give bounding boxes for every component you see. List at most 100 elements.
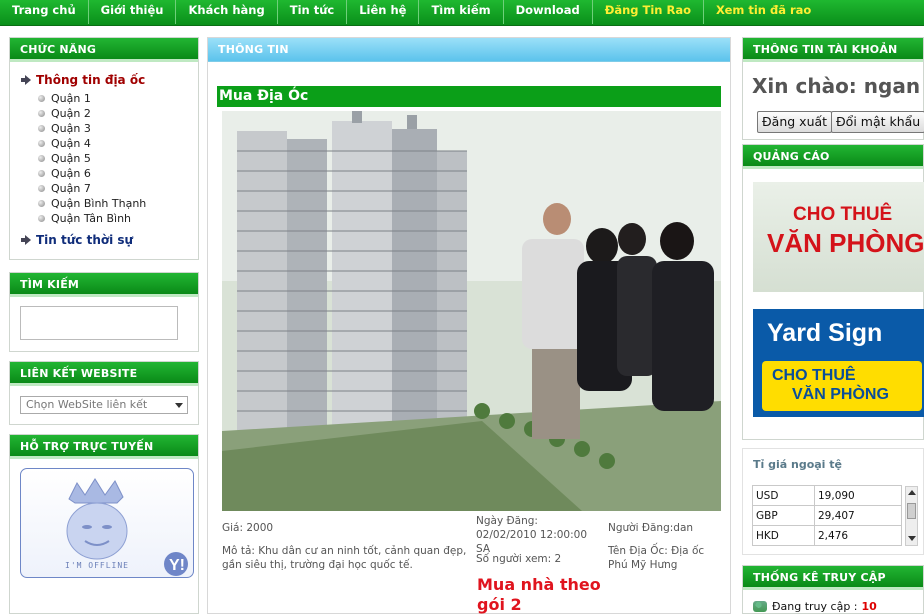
district-label: Quận 7 bbox=[51, 182, 91, 195]
district-item[interactable]: Quận 2 bbox=[38, 106, 198, 121]
promo-link[interactable]: Mua nhà theo gói 2 bbox=[477, 575, 607, 614]
district-item[interactable]: Quận Tân Bình bbox=[38, 211, 198, 226]
category-news[interactable]: Tin tức thời sự bbox=[21, 231, 198, 249]
nav-home[interactable]: Trang chủ bbox=[0, 0, 89, 24]
ad1-line1: CHO THUÊ bbox=[793, 204, 893, 225]
property-model-image bbox=[222, 111, 721, 511]
district-label: Quận 4 bbox=[51, 137, 91, 150]
bullet-icon bbox=[38, 95, 45, 102]
nav-news[interactable]: Tin tức bbox=[278, 0, 348, 24]
nav-search[interactable]: Tìm kiếm bbox=[419, 0, 504, 24]
bullet-icon bbox=[38, 110, 45, 117]
listing-title: Mua Địa Óc bbox=[217, 86, 721, 107]
currency-value: 29,407 bbox=[814, 505, 902, 526]
listing-views: Số người xem: 2 bbox=[476, 553, 562, 565]
yahoo-status-label: I'M OFFLINE bbox=[65, 561, 129, 570]
table-row: USD 19,090 bbox=[752, 485, 902, 506]
account-title: THÔNG TIN TÀI KHOẢN bbox=[743, 38, 923, 62]
property-photo bbox=[222, 111, 721, 511]
district-item[interactable]: Quận 3 bbox=[38, 121, 198, 136]
svg-text:Y!: Y! bbox=[169, 557, 185, 574]
nav-contact[interactable]: Liên hệ bbox=[347, 0, 420, 24]
exchange-rate-table: USD 19,090 GBP 29,407 HKD 2,476 bbox=[752, 485, 902, 546]
district-label: Quận 1 bbox=[51, 92, 91, 105]
district-item[interactable]: Quận 7 bbox=[38, 181, 198, 196]
arrow-right-icon bbox=[21, 75, 31, 85]
scroll-thumb[interactable] bbox=[907, 503, 916, 519]
greeting-text: Xin chào: ngan bbox=[752, 74, 921, 98]
district-item[interactable]: Quận 5 bbox=[38, 151, 198, 166]
ad1-line2: VĂN PHÒNG bbox=[767, 228, 924, 258]
scroll-down-icon[interactable] bbox=[908, 536, 916, 541]
website-link-select[interactable]: Chọn WebSite liên kết bbox=[20, 396, 188, 414]
rates-title: Tỉ giá ngoại tệ bbox=[753, 458, 843, 471]
district-label: Quận Bình Thạnh bbox=[51, 197, 147, 210]
functions-title: CHỨC NĂNG bbox=[10, 38, 198, 62]
district-label: Quận 5 bbox=[51, 152, 91, 165]
table-row: HKD 2,476 bbox=[752, 525, 902, 546]
bullet-icon bbox=[38, 185, 45, 192]
district-item[interactable]: Quận 6 bbox=[38, 166, 198, 181]
top-navigation: Trang chủ Giới thiệu Khách hàng Tin tức … bbox=[0, 0, 924, 26]
website-link-select-value: Chọn WebSite liên kết bbox=[26, 398, 148, 411]
functions-panel: CHỨC NĂNG Thông tin địa ốc Quận 1 Quận 2… bbox=[9, 37, 199, 260]
bullet-icon bbox=[38, 200, 45, 207]
change-password-button[interactable]: Đổi mật khẩu bbox=[831, 111, 924, 133]
nav-customers[interactable]: Khách hàng bbox=[176, 0, 278, 24]
support-title: HỖ TRỢ TRỰC TUYẾN bbox=[10, 435, 198, 459]
district-item[interactable]: Quận Bình Thạnh bbox=[38, 196, 198, 211]
district-label: Quận Tân Bình bbox=[51, 212, 132, 225]
search-title: TÌM KIẾM bbox=[10, 273, 198, 297]
table-row: GBP 29,407 bbox=[752, 505, 902, 526]
ad-yard-sign[interactable]: Yard Sign CHO THUÊ VĂN PHÒNG bbox=[753, 309, 924, 417]
listing-price: Giá: 2000 bbox=[222, 522, 274, 534]
ad2-line2: VĂN PHÒNG bbox=[792, 386, 889, 403]
online-count: 10 bbox=[861, 600, 877, 613]
district-item[interactable]: Quận 4 bbox=[38, 136, 198, 151]
currency-code: HKD bbox=[752, 525, 815, 546]
bullet-icon bbox=[38, 125, 45, 132]
listing-post-date: Ngày Đăng: 02/02/2010 12:00:00 SA bbox=[476, 515, 588, 555]
currency-code: USD bbox=[752, 485, 815, 506]
chevron-down-icon bbox=[175, 403, 183, 408]
stats-title: THỐNG KÊ TRUY CẬP bbox=[743, 566, 923, 590]
scroll-up-icon[interactable] bbox=[908, 490, 916, 495]
bullet-icon bbox=[38, 215, 45, 222]
district-label: Quận 2 bbox=[51, 107, 91, 120]
users-icon bbox=[753, 601, 767, 612]
nav-download[interactable]: Download bbox=[504, 0, 593, 24]
nav-post-ad[interactable]: Đăng Tin Rao bbox=[593, 0, 705, 24]
ad-office-rent-1[interactable]: CHO THUÊ VĂN PHÒNG bbox=[753, 182, 924, 292]
links-panel: LIÊN KẾT WEBSITE bbox=[9, 361, 199, 425]
ad2-line1: CHO THUÊ bbox=[772, 367, 856, 384]
bullet-icon bbox=[38, 155, 45, 162]
online-label: Đang truy cập : bbox=[772, 600, 858, 613]
yahoo-messenger-status[interactable]: Y! I'M OFFLINE bbox=[20, 468, 194, 578]
arrow-right-icon bbox=[21, 235, 31, 245]
online-visitors: Đang truy cập : 10 bbox=[753, 600, 877, 613]
links-title: LIÊN KẾT WEBSITE bbox=[10, 362, 198, 386]
currency-value: 2,476 bbox=[814, 525, 902, 546]
bullet-icon bbox=[38, 140, 45, 147]
listing-poster: Người Đăng:dan bbox=[608, 522, 694, 534]
listing-description: Mô tả: Khu dân cư an ninh tốt, cảnh quan… bbox=[222, 545, 467, 571]
category-news-label: Tin tức thời sự bbox=[36, 233, 134, 247]
rates-scrollbar[interactable] bbox=[905, 486, 918, 546]
currency-value: 19,090 bbox=[814, 485, 902, 506]
listing-property-name: Tên Địa Ốc: Địa ốc Phú Mỹ Hưng bbox=[608, 545, 705, 571]
category-real-estate-label: Thông tin địa ốc bbox=[36, 73, 146, 87]
main-header: THÔNG TIN bbox=[208, 38, 730, 62]
ads-title: QUẢNG CÁO bbox=[743, 145, 923, 169]
nav-view-posted-ads[interactable]: Xem tin đã rao bbox=[704, 0, 823, 24]
logout-button[interactable]: Đăng xuất bbox=[757, 111, 833, 133]
ad2-yellow-panel: CHO THUÊ VĂN PHÒNG bbox=[762, 361, 922, 411]
district-label: Quận 3 bbox=[51, 122, 91, 135]
district-label: Quận 6 bbox=[51, 167, 91, 180]
currency-code: GBP bbox=[752, 505, 815, 526]
nav-about[interactable]: Giới thiệu bbox=[89, 0, 177, 24]
bullet-icon bbox=[38, 170, 45, 177]
ad2-brand: Yard Sign bbox=[767, 319, 883, 347]
category-real-estate[interactable]: Thông tin địa ốc bbox=[21, 71, 198, 89]
district-item[interactable]: Quận 1 bbox=[38, 91, 198, 106]
search-input[interactable] bbox=[20, 306, 178, 340]
